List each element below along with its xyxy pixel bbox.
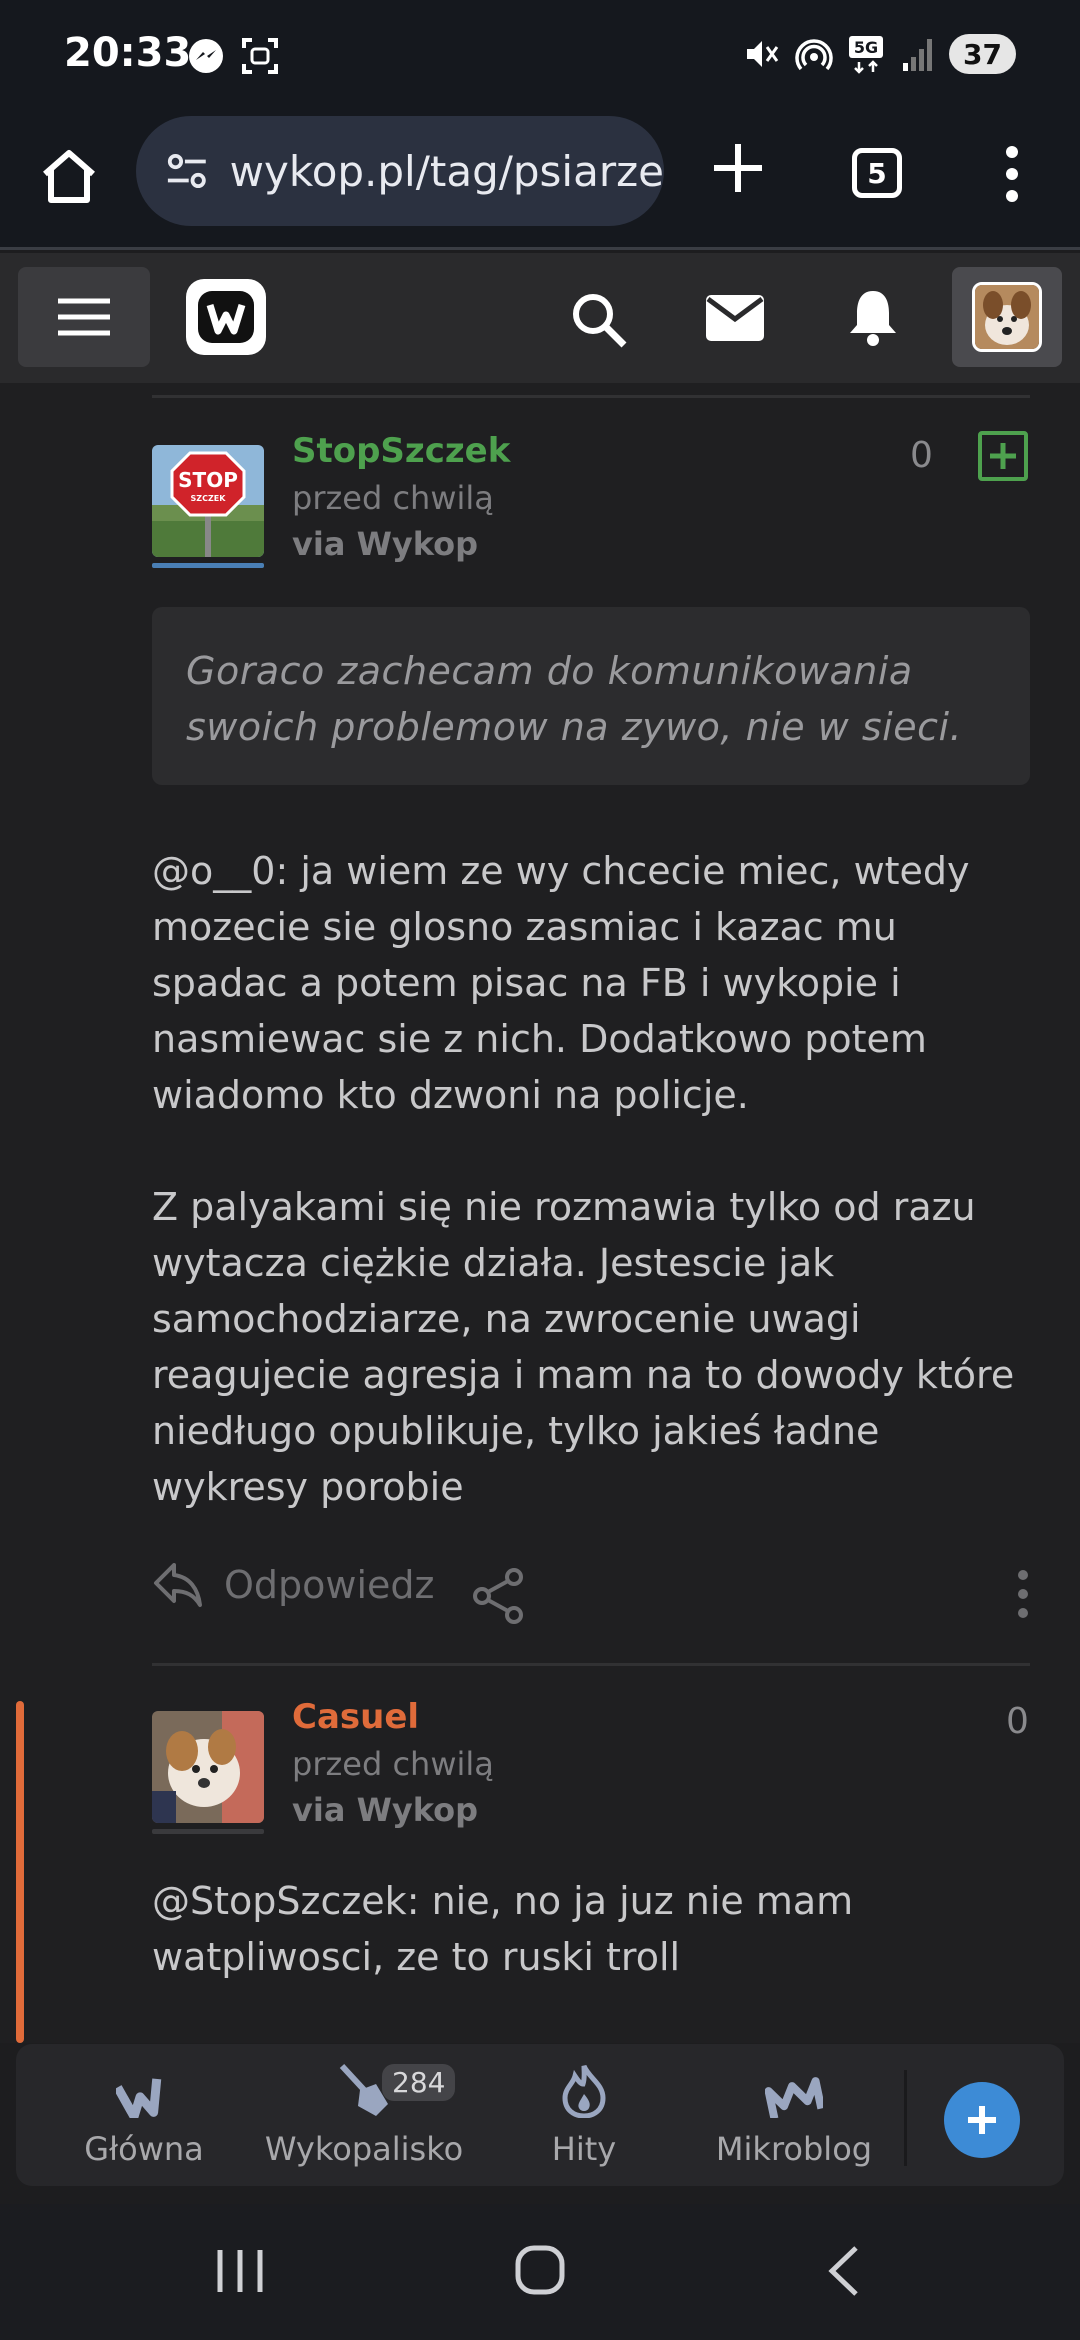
nav-badge: 284 — [382, 2064, 456, 2101]
nav-glowna[interactable]: Główna — [44, 2044, 244, 2186]
wykop-home-icon — [116, 2078, 162, 2118]
site-settings-icon[interactable] — [166, 151, 208, 191]
home-button-icon[interactable] — [514, 2244, 566, 2296]
svg-text:5G: 5G — [854, 38, 878, 57]
comment-paragraph: : ja wiem ze wy chcecie miec, wtedy moze… — [152, 849, 970, 1117]
comment-via: via Wykop — [292, 1791, 479, 1829]
recent-apps-icon[interactable] — [212, 2246, 268, 2296]
hamburger-icon — [58, 298, 110, 336]
mail-icon[interactable] — [704, 293, 766, 343]
url-text: wykop.pl/tag/psiarze — [229, 146, 664, 196]
back-icon[interactable] — [824, 2244, 864, 2298]
comment-via: via Wykop — [292, 525, 479, 563]
notifications-bell-icon[interactable] — [846, 287, 900, 347]
search-icon[interactable] — [570, 291, 628, 349]
nav-label: Wykopalisko — [264, 2130, 464, 2168]
mention-link[interactable]: @o__0 — [152, 849, 275, 893]
divider — [152, 1663, 1030, 1666]
wykop-logo-icon — [198, 291, 254, 343]
comment-author[interactable]: StopSzczek — [292, 431, 510, 471]
status-time: 20:33 — [64, 30, 192, 76]
tab-switcher-button[interactable]: 5 — [852, 148, 902, 198]
upvote-button[interactable] — [978, 431, 1028, 481]
avatar-underline — [152, 563, 264, 568]
avatar-szczek-text: SZCZEK — [191, 494, 227, 503]
url-bar[interactable]: wykop.pl/tag/psiarze — [136, 116, 664, 226]
avatar-stop-text: STOP — [178, 468, 238, 492]
user-avatar — [972, 282, 1042, 352]
hotspot-icon — [795, 39, 833, 71]
avatar-casuel[interactable] — [152, 1711, 264, 1823]
new-tab-icon[interactable] — [710, 140, 766, 196]
divider — [152, 395, 1030, 398]
mute-icon — [747, 41, 779, 67]
comment-paragraph: Z palyakami się nie rozmawia tylko od ra… — [152, 1185, 1015, 1509]
comment-body: @o__0: ja wiem ze wy chcecie miec, wtedy… — [152, 843, 1032, 1123]
nav-label: Hity — [551, 2130, 617, 2168]
messenger-icon — [189, 39, 223, 73]
reply-icon — [154, 1563, 202, 1607]
nav-label: Mikroblog — [715, 2130, 873, 2168]
entry-comments: STOP SZCZEK StopSzczek przed chwilą via … — [0, 383, 1080, 2043]
more-options-icon[interactable] — [1010, 1569, 1036, 1619]
comment-author[interactable]: Casuel — [292, 1697, 419, 1737]
mikroblog-icon — [765, 2077, 823, 2118]
wykop-logo[interactable] — [186, 279, 266, 355]
comment-time[interactable]: przed chwilą — [292, 479, 494, 517]
comment-body: @StopSzczek: nie, no ja juz nie mam watp… — [152, 1873, 1032, 1985]
bottom-navigation: Główna 284 Wykopalisko Hity Mikroblog — [16, 2044, 1064, 2186]
quote-block: Goraco zachecam do komunikowania swoich … — [152, 607, 1030, 785]
new-comment-indicator — [16, 1701, 24, 2043]
flame-icon — [562, 2064, 606, 2118]
nav-label: Główna — [84, 2130, 204, 2168]
plus-icon — [990, 443, 1016, 469]
nav-mikroblog[interactable]: Mikroblog — [694, 2044, 894, 2186]
user-avatar-button[interactable] — [952, 267, 1062, 367]
browser-menu-icon[interactable] — [1000, 144, 1024, 204]
system-navigation-bar — [0, 2204, 1080, 2340]
nav-wykopalisko[interactable]: 284 Wykopalisko — [254, 2044, 474, 2186]
mention-link[interactable]: @StopSzczek — [152, 1879, 407, 1923]
site-header — [0, 253, 1080, 383]
comment-time[interactable]: przed chwilą — [292, 1745, 494, 1783]
hamburger-menu-button[interactable] — [18, 267, 150, 367]
network-5g-icon: 5G — [849, 36, 884, 74]
status-bar: 20:33 5G 37 — [0, 0, 1080, 110]
reply-button[interactable]: Odpowiedz — [152, 1561, 434, 1609]
vote-count: 0 — [910, 435, 933, 476]
battery-indicator: 37 — [949, 34, 1016, 74]
browser-toolbar: wykop.pl/tag/psiarze 5 — [0, 110, 1080, 250]
avatar-underline — [152, 1829, 264, 1834]
plus-icon — [968, 2106, 996, 2134]
nav-hity[interactable]: Hity — [484, 2044, 684, 2186]
avatar-stopszczek[interactable]: STOP SZCZEK — [152, 445, 264, 557]
vote-count: 0 — [1006, 1701, 1029, 1742]
signal-icon — [903, 39, 933, 71]
screenshot-icon — [242, 38, 278, 74]
home-icon[interactable] — [36, 144, 102, 210]
reply-label: Odpowiedz — [224, 1563, 435, 1607]
add-content-button[interactable] — [944, 2082, 1020, 2158]
nav-separator — [904, 2070, 907, 2166]
share-icon[interactable] — [470, 1567, 528, 1625]
